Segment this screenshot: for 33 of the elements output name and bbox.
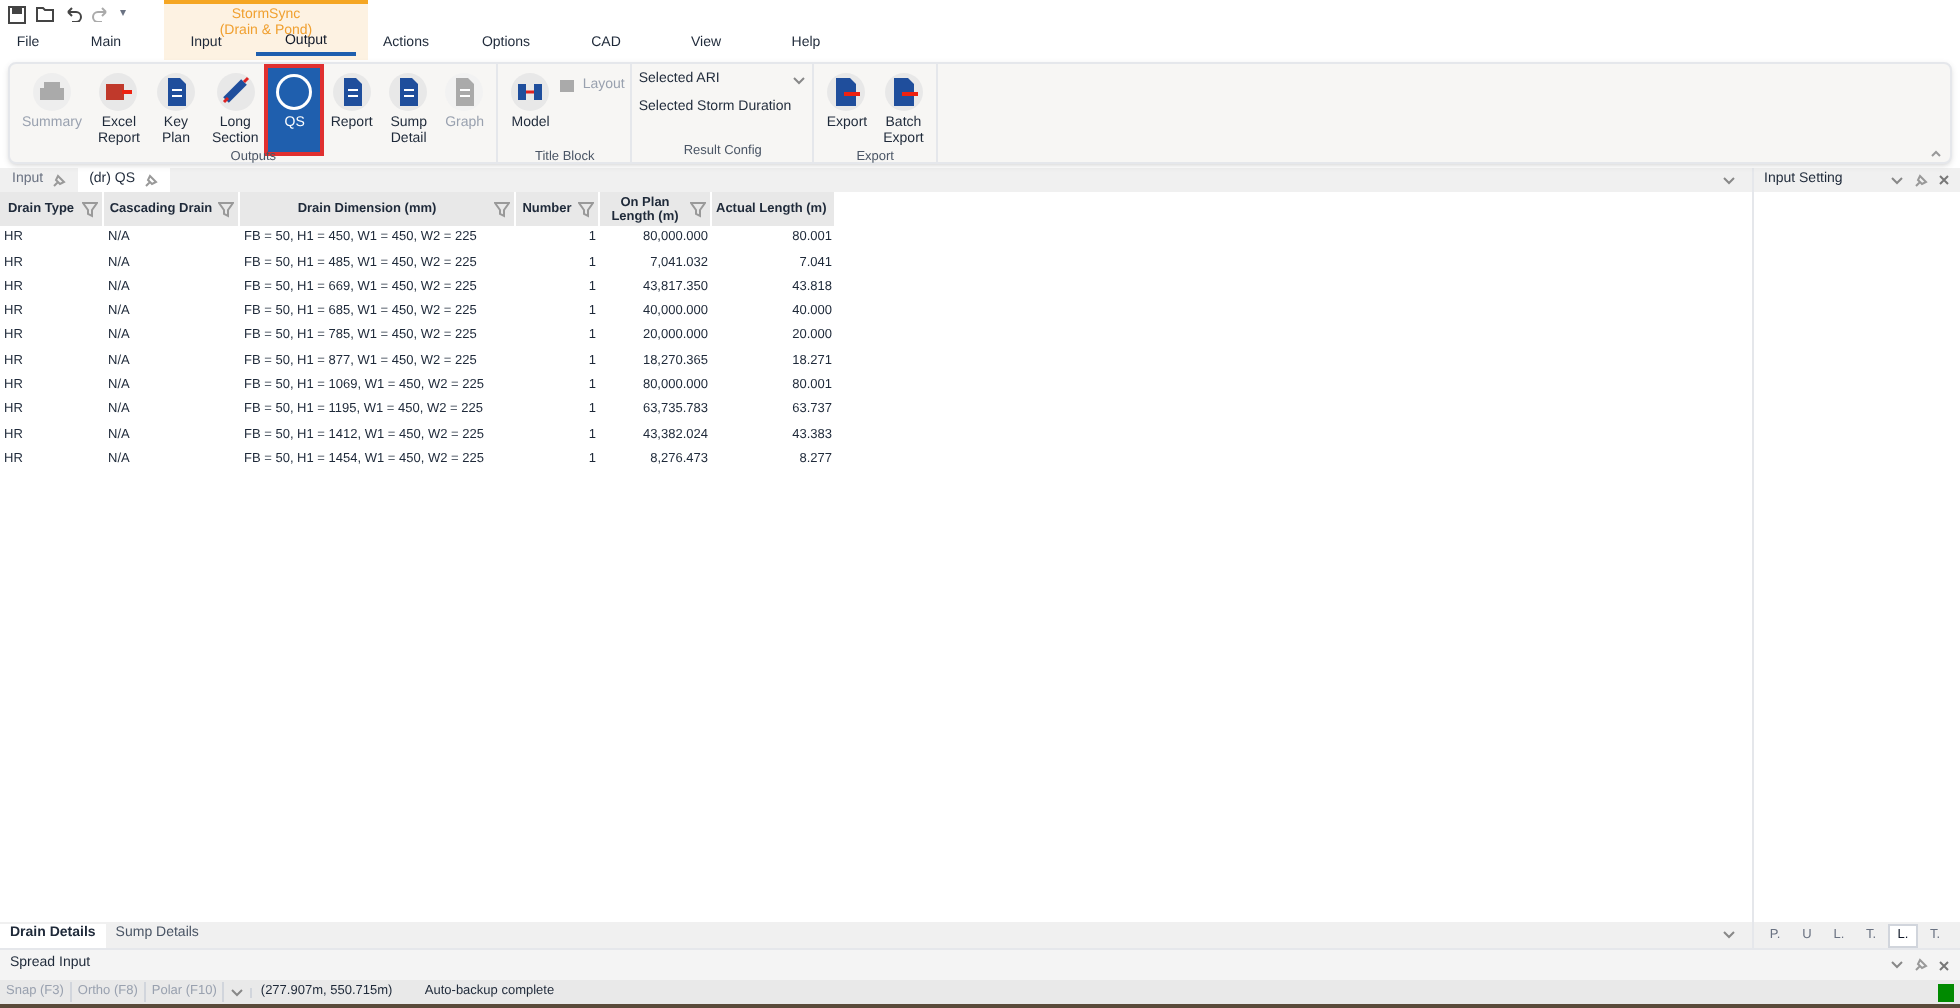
close-icon[interactable]	[1938, 174, 1950, 186]
undo-icon[interactable]	[64, 6, 82, 22]
layout-icon	[560, 80, 575, 93]
chevron-down-icon[interactable]	[1722, 930, 1736, 940]
filter-icon[interactable]	[578, 201, 594, 217]
document-icon	[331, 72, 372, 112]
export-icon	[883, 72, 924, 112]
redo-icon[interactable]	[92, 6, 110, 22]
chevron-down-icon[interactable]	[230, 987, 245, 997]
filter-icon[interactable]	[494, 201, 510, 217]
pin-icon[interactable]	[51, 173, 66, 187]
printer-icon	[31, 72, 72, 112]
status-indicator	[1938, 983, 1954, 1001]
save-icon[interactable]	[8, 5, 26, 23]
model-icon	[510, 72, 551, 112]
folder-icon[interactable]	[36, 6, 54, 22]
document-icon	[155, 72, 196, 112]
section-icon	[215, 72, 256, 112]
report-export-icon	[98, 72, 139, 112]
chevron-down-icon[interactable]	[1890, 175, 1904, 185]
filter-icon[interactable]	[690, 201, 706, 217]
pin-icon[interactable]	[143, 173, 158, 187]
pin-icon[interactable]	[1914, 173, 1928, 187]
close-icon[interactable]	[1938, 959, 1950, 971]
pin-icon[interactable]	[1914, 958, 1928, 972]
filter-icon[interactable]	[82, 201, 98, 217]
filter-icon[interactable]	[218, 201, 234, 217]
collapse-ribbon-icon[interactable]	[1930, 150, 1942, 158]
chevron-down-icon[interactable]	[1890, 960, 1904, 970]
chevron-down-icon[interactable]	[1722, 175, 1736, 185]
export-icon	[826, 72, 867, 112]
chevron-down-icon[interactable]	[792, 75, 807, 85]
document-icon	[388, 72, 429, 112]
